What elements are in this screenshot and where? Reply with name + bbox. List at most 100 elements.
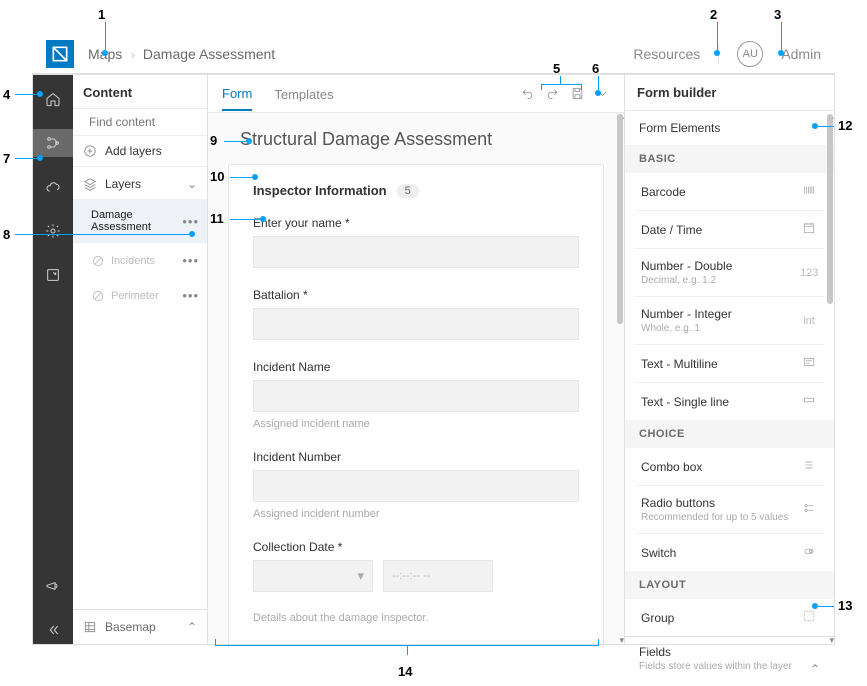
field-hint-incnum: Assigned incident number — [253, 508, 579, 520]
section-caption: Details about the damage inspector. — [253, 612, 579, 624]
layer-options-icon[interactable]: ••• — [182, 214, 199, 229]
field-input-incnum[interactable] — [253, 470, 579, 502]
header-divider — [718, 44, 719, 64]
content-panel: Content Add layers Layers ⌄ Damage Asses… — [73, 75, 208, 644]
textarea-icon — [800, 355, 818, 372]
callout-14-brace — [215, 645, 599, 659]
group-icon — [800, 609, 818, 626]
barcode-icon — [800, 183, 818, 200]
callout-8: 8 — [3, 226, 10, 242]
builder-fields-section[interactable]: Fields Fields store values within the la… — [625, 636, 834, 686]
group-layout: LAYOUT — [625, 571, 834, 599]
tab-form[interactable]: Form — [222, 76, 252, 111]
element-radio[interactable]: Radio buttonsRecommended for up to 5 val… — [635, 486, 824, 534]
integer-icon: int — [800, 315, 818, 327]
element-multiline[interactable]: Text - Multiline — [635, 345, 824, 383]
save-menu-button[interactable] — [595, 86, 610, 101]
callout-1: 1 — [98, 6, 105, 22]
save-button[interactable] — [570, 86, 585, 101]
chevron-up-icon: ⌃ — [810, 121, 820, 135]
breadcrumb: Maps › Damage Assessment — [88, 46, 275, 62]
field-label-name: Enter your name * — [253, 216, 579, 230]
field-hint-incname: Assigned incident name — [253, 418, 579, 430]
chevron-down-icon: ⌄ — [187, 177, 197, 191]
rail-announce[interactable] — [33, 572, 73, 600]
field-input-name[interactable] — [253, 236, 579, 268]
element-integer[interactable]: Number - IntegerWhole, e.g. 1 int — [635, 297, 824, 345]
callout-7: 7 — [3, 150, 10, 166]
textfield-icon — [800, 393, 818, 410]
builder-title: Form builder — [625, 75, 834, 111]
chevron-up-icon: ⌃ — [187, 620, 197, 634]
add-layers-button[interactable]: Add layers — [73, 135, 207, 166]
admin-link[interactable]: Admin — [781, 46, 821, 62]
plus-circle-icon — [83, 144, 97, 158]
rail-collapse[interactable] — [33, 616, 73, 644]
basemap-icon — [83, 620, 97, 634]
chevron-up-icon: ⌃ — [810, 662, 820, 676]
app-logo[interactable] — [46, 40, 74, 68]
triangle-down-icon: ▾ — [357, 568, 364, 584]
layer-item-perimeter[interactable]: Perimeter ••• — [73, 278, 207, 313]
field-time-colldate[interactable]: --:--:-- -- — [383, 560, 493, 592]
element-switch[interactable]: Switch — [635, 534, 824, 571]
app-header: Maps › Damage Assessment Resources AU Ad… — [32, 34, 835, 74]
breadcrumb-root[interactable]: Maps — [88, 46, 122, 62]
calendar-icon — [800, 221, 818, 238]
layers-header[interactable]: Layers ⌄ — [73, 166, 207, 199]
form-builder-panel: Form builder Form Elements ⌃ BASIC Barco… — [624, 75, 834, 644]
builder-elements-header[interactable]: Form Elements ⌃ — [625, 111, 834, 145]
form-title: Structural Damage Assessment — [240, 129, 604, 150]
field-label-incnum: Incident Number — [253, 450, 579, 464]
resources-link[interactable]: Resources — [633, 46, 700, 62]
field-label-incname: Incident Name — [253, 360, 579, 374]
rail-settings[interactable] — [33, 217, 73, 245]
field-input-incname[interactable] — [253, 380, 579, 412]
group-choice: CHOICE — [625, 420, 834, 448]
callout-12: 12 — [838, 117, 852, 133]
breadcrumb-current: Damage Assessment — [143, 46, 275, 62]
tab-templates[interactable]: Templates — [274, 77, 333, 110]
undo-button[interactable] — [520, 86, 535, 101]
chevron-right-icon: › — [130, 46, 135, 62]
switch-icon — [800, 544, 818, 561]
element-datetime[interactable]: Date / Time — [635, 211, 824, 249]
number-icon: 123 — [800, 267, 818, 279]
disabled-icon — [91, 289, 105, 303]
canvas-scrollbar[interactable]: ▴ ▾ — [616, 113, 624, 644]
field-label-battalion: Battalion * — [253, 288, 579, 302]
search-input[interactable] — [89, 115, 208, 129]
form-section-inspector: Inspector Information 5 Enter your name … — [228, 164, 604, 644]
callout-2: 2 — [710, 6, 717, 22]
section-count-badge: 5 — [397, 184, 419, 198]
field-select-colldate[interactable]: ▾ — [253, 560, 373, 592]
element-group[interactable]: Group — [635, 599, 824, 636]
layer-options-icon[interactable]: ••• — [182, 253, 199, 268]
section-title: Inspector Information — [253, 183, 387, 198]
rail-content[interactable] — [33, 129, 73, 157]
builder-scrollbar[interactable]: ▴ ▾ — [826, 113, 834, 644]
layer-options-icon[interactable]: ••• — [182, 288, 199, 303]
element-barcode[interactable]: Barcode — [635, 173, 824, 211]
field-input-battalion[interactable] — [253, 308, 579, 340]
avatar[interactable]: AU — [737, 41, 763, 67]
element-singleline[interactable]: Text - Single line — [635, 383, 824, 420]
disabled-icon — [91, 254, 105, 268]
callout-13: 13 — [838, 597, 852, 613]
rail-home[interactable] — [33, 85, 73, 113]
nav-rail — [33, 75, 73, 644]
callout-14: 14 — [398, 663, 412, 679]
radio-icon — [800, 501, 818, 518]
redo-button[interactable] — [545, 86, 560, 101]
rail-cloud[interactable] — [33, 173, 73, 201]
field-label-colldate: Collection Date * — [253, 540, 579, 554]
rail-share[interactable] — [33, 261, 73, 289]
callout-3: 3 — [774, 6, 781, 22]
element-double[interactable]: Number - DoubleDecimal, e.g. 1.2 123 — [635, 249, 824, 297]
layer-item-damage-assessment[interactable]: Damage Assessment ••• — [73, 199, 207, 243]
layers-icon — [83, 177, 97, 191]
basemap-button[interactable]: Basemap ⌃ — [73, 609, 207, 644]
group-basic: BASIC — [625, 145, 834, 173]
layer-item-incidents[interactable]: Incidents ••• — [73, 243, 207, 278]
element-combo[interactable]: Combo box — [635, 448, 824, 486]
